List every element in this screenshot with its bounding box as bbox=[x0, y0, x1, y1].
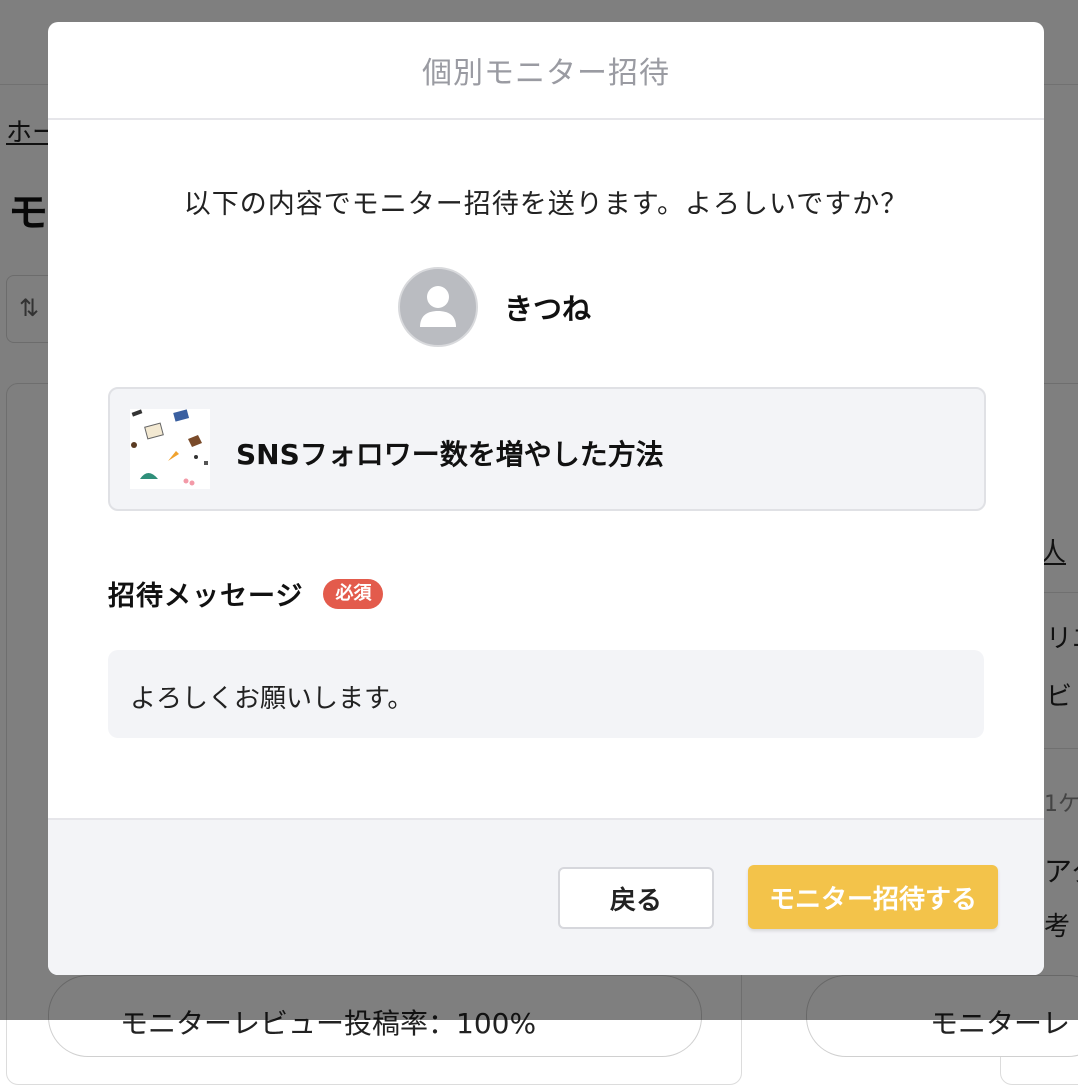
message-label: 招待メッセージ bbox=[108, 581, 304, 612]
modal-title: 個別モニター招待 bbox=[422, 56, 670, 91]
post-title: SNSフォロワー数を増やした方法 bbox=[236, 438, 664, 471]
user-name: きつね bbox=[504, 292, 592, 326]
modal-header: 個別モニター招待 bbox=[48, 22, 1044, 120]
post-card: SNSフォロワー数を増やした方法 bbox=[108, 387, 986, 511]
send-invite-button[interactable]: モニター招待する bbox=[748, 865, 998, 929]
invite-modal: 個別モニター招待 以下の内容でモニター招待を送ります。よろしいですか？ きつね bbox=[48, 22, 1044, 975]
back-button[interactable]: 戻る bbox=[558, 867, 714, 929]
user-avatar-icon bbox=[398, 267, 478, 347]
invitee-user: きつね bbox=[398, 267, 591, 347]
confirm-message: 以下の内容でモニター招待を送ります。よろしいですか？ bbox=[183, 189, 909, 220]
message-label-row: 招待メッセージ 必須 bbox=[108, 574, 384, 613]
required-badge: 必須 bbox=[323, 578, 384, 609]
post-thumbnail bbox=[130, 409, 210, 489]
modal-footer: 戻る モニター招待する bbox=[48, 818, 1044, 975]
invite-message-text: よろしくお願いします。 bbox=[130, 684, 414, 714]
invite-message-field: よろしくお願いします。 bbox=[108, 650, 984, 738]
